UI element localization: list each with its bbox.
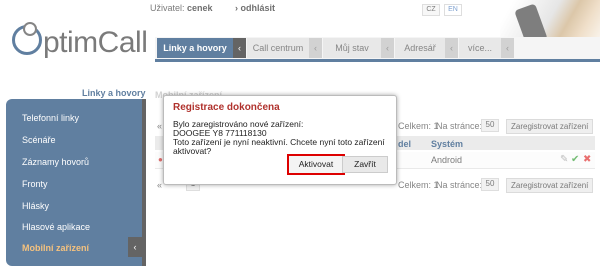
close-button[interactable]: Zavřít [342, 156, 388, 173]
dialog-text-line: aktivovat? [173, 146, 212, 156]
dialog-title: Registrace dokončena [173, 102, 280, 113]
activate-button[interactable]: Aktivovat [287, 154, 345, 175]
registration-dialog: Registrace dokončena Bylo zaregistrováno… [163, 95, 397, 185]
